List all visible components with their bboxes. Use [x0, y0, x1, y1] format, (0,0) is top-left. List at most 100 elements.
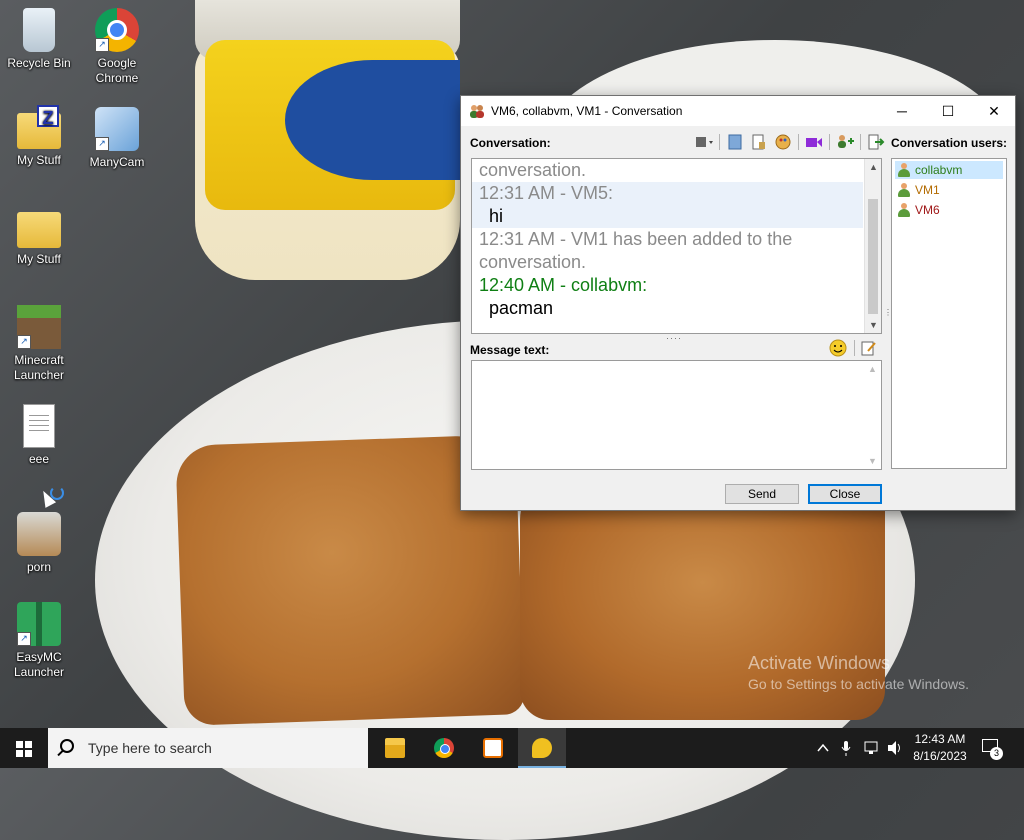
taskbar-app-conversation[interactable] — [518, 728, 566, 768]
chrome-icon — [434, 738, 454, 758]
desktop-icon-chrome[interactable]: ↗ Google Chrome — [80, 4, 154, 86]
conversation-users-list: collabvm VM1 VM6 — [891, 158, 1007, 469]
taskbar-clock[interactable]: 12:43 AM 8/16/2023 — [905, 731, 975, 765]
desktop-icon-porn[interactable]: porn — [2, 508, 76, 575]
video-call-button[interactable] — [803, 132, 825, 152]
user-item-collabvm[interactable]: collabvm — [895, 161, 1003, 179]
send-button[interactable]: Send — [725, 484, 799, 504]
users-label: Conversation users: — [891, 136, 1008, 150]
user-name: VM1 — [915, 183, 940, 197]
emoticon-button[interactable] — [827, 338, 849, 358]
action-center-button[interactable]: 3 — [980, 736, 1004, 760]
message-scrollbar[interactable]: ▲ ▼ — [864, 361, 881, 469]
conversation-message: hi — [472, 205, 863, 228]
window-titlebar[interactable]: VM6, collabvm, VM1 - Conversation ─ ☐ ✕ — [461, 96, 1015, 126]
file-transfer-button[interactable] — [748, 132, 770, 152]
leave-conversation-button[interactable] — [865, 132, 887, 152]
conversation-line: conversation. — [479, 160, 587, 180]
scroll-down-arrow-icon[interactable]: ▼ — [864, 453, 881, 469]
clock-date: 8/16/2023 — [913, 749, 967, 763]
toolbar-separator — [829, 134, 830, 150]
user-name: VM6 — [915, 203, 940, 217]
status-icon — [696, 137, 713, 147]
scroll-up-arrow-icon[interactable]: ▲ — [865, 159, 881, 175]
user-item-vm1[interactable]: VM1 — [895, 181, 1003, 199]
message-text-label: Message text: — [470, 343, 550, 357]
taskbar-app-java[interactable] — [469, 728, 517, 768]
text-format-button[interactable] — [858, 338, 880, 358]
minecraft-icon: ↗ — [17, 305, 61, 349]
chevron-up-icon — [817, 743, 829, 752]
desktop-icon-my-stuff-zip[interactable]: My Stuff — [2, 103, 76, 168]
status-dropdown-button[interactable] — [693, 132, 715, 152]
conversation-scrollbar[interactable]: ▲ ▼ — [864, 159, 881, 333]
conversation-lines: conversation. 12:31 AM - VM5: hi 12:31 A… — [472, 159, 863, 320]
clock-time: 12:43 AM — [914, 732, 966, 746]
window-title: VM6, collabvm, VM1 - Conversation — [491, 104, 683, 118]
desktop-icon-label: Minecraft Launcher — [13, 353, 65, 382]
vertical-splitter-handle[interactable]: ⋮ — [884, 308, 892, 328]
java-icon — [483, 738, 503, 758]
recycle-bin-icon — [23, 8, 55, 52]
book-icon — [728, 134, 742, 150]
desktop-icon-label: ManyCam — [89, 155, 145, 169]
shortcut-arrow-icon: ↗ — [95, 137, 109, 151]
activation-watermark: Activate Windows Go to Settings to activ… — [748, 652, 969, 694]
add-user-button[interactable] — [834, 132, 856, 152]
add-user-icon — [838, 135, 854, 148]
draw-button[interactable] — [772, 132, 794, 152]
desktop-icon-eee[interactable]: eee — [2, 400, 76, 467]
conversation-window: VM6, collabvm, VM1 - Conversation ─ ☐ ✕ … — [460, 95, 1016, 511]
desktop-icon-label: porn — [26, 560, 52, 574]
exit-icon — [868, 134, 885, 150]
desktop-icon-easymc-launcher[interactable]: ↗ EasyMC Launcher — [2, 598, 76, 680]
edit-text-icon — [861, 341, 876, 356]
message-input-box: ▲ ▼ — [471, 360, 882, 470]
taskbar-search-box[interactable]: Type here to search — [48, 728, 368, 768]
desktop-icon-recycle-bin[interactable]: Recycle Bin — [2, 4, 76, 71]
scroll-up-arrow-icon[interactable]: ▲ — [864, 361, 881, 377]
file-icon — [752, 134, 765, 150]
minimize-button[interactable]: ─ — [879, 96, 925, 126]
message-text-input[interactable] — [472, 361, 865, 469]
horizontal-splitter-handle[interactable]: ···· — [666, 334, 682, 343]
start-button[interactable] — [0, 728, 48, 768]
network-tray-button[interactable] — [860, 728, 882, 768]
taskbar-app-file-explorer[interactable] — [371, 728, 419, 768]
desktop-icon-label: EasyMC Launcher — [13, 650, 65, 679]
conversation-label: Conversation: — [470, 136, 551, 150]
microphone-tray-button[interactable] — [836, 728, 856, 768]
desktop-icon-label: My Stuff — [17, 153, 61, 167]
conversation-log[interactable]: conversation. 12:31 AM - VM5: hi 12:31 A… — [471, 158, 882, 334]
shortcut-arrow-icon: ↗ — [17, 335, 31, 349]
volume-tray-button[interactable] — [884, 728, 906, 768]
conversation-line: 12:31 AM - VM1 has been added to the — [479, 229, 793, 249]
chat-icon — [532, 738, 552, 758]
taskbar-app-chrome[interactable] — [420, 728, 468, 768]
search-placeholder: Type here to search — [88, 740, 212, 756]
user-icon — [898, 203, 910, 217]
wallpaper-jar-band — [285, 60, 460, 180]
scroll-down-arrow-icon[interactable]: ▼ — [865, 317, 881, 333]
user-item-vm6[interactable]: VM6 — [895, 201, 1003, 219]
user-name: collabvm — [915, 163, 963, 177]
close-window-button[interactable]: ✕ — [971, 96, 1017, 126]
close-button[interactable]: Close — [808, 484, 882, 504]
desktop-icon-label: Google Chrome — [95, 56, 139, 85]
toolbar-separator — [860, 134, 861, 150]
desktop-icon-label: My Stuff — [17, 252, 61, 266]
desktop-icon-minecraft-launcher[interactable]: ↗ Minecraft Launcher — [2, 301, 76, 383]
file-explorer-icon — [385, 738, 405, 758]
maximize-button[interactable]: ☐ — [925, 96, 971, 126]
smiley-icon — [829, 339, 847, 357]
history-button[interactable] — [724, 132, 746, 152]
busy-spinner-icon — [50, 486, 64, 500]
desktop-icon-manycam[interactable]: ↗ ManyCam — [80, 103, 154, 170]
watermark-title: Activate Windows — [748, 653, 891, 673]
image-file-icon — [17, 512, 61, 556]
user-icon — [898, 183, 910, 197]
scrollbar-thumb[interactable] — [868, 199, 878, 314]
desktop-icon-my-stuff[interactable]: My Stuff — [2, 202, 76, 267]
show-hidden-icons-button[interactable] — [812, 728, 834, 768]
toolbar-separator — [854, 340, 855, 356]
